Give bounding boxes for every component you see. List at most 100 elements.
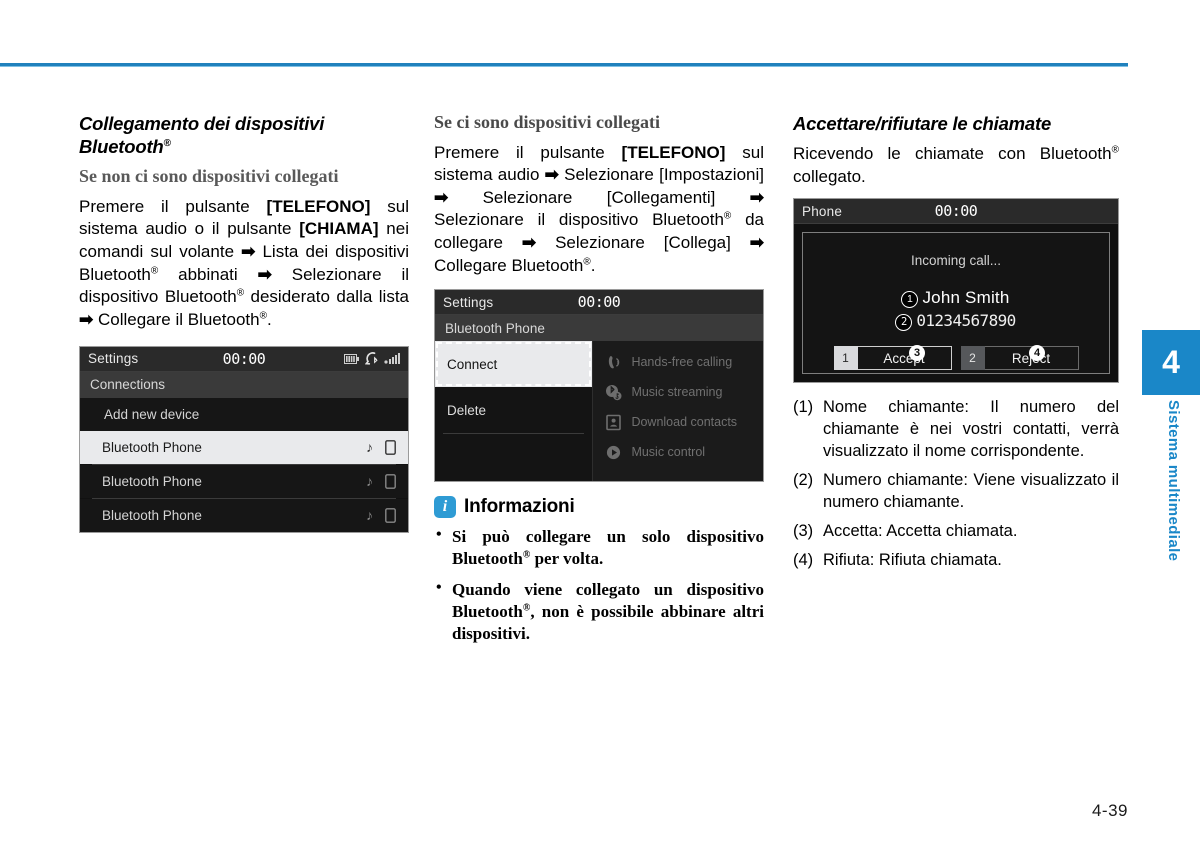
caller-name-row: 1 John Smith [803, 288, 1109, 308]
screen1-title: Settings [88, 351, 139, 366]
legend-number: (4) [793, 550, 814, 569]
screen2-menu: Connect Delete [435, 341, 593, 481]
legend-number: (2) [793, 471, 814, 490]
reject-button[interactable]: 2 Reject [960, 346, 1079, 371]
music-note-icon: ♪ [366, 439, 373, 455]
bluetooth-music-icon [606, 384, 622, 400]
table-row[interactable]: Bluetooth Phone ♪ [80, 464, 408, 498]
screen1-status-icons [344, 352, 400, 365]
row-icons: ♪ [366, 473, 396, 489]
screen3-titlebar: Phone 00:00 [794, 199, 1118, 225]
battery-icon [344, 353, 359, 364]
marker-1: 1 [902, 292, 918, 308]
legend-list: (1) Nome chiamante: Il numero del chiama… [793, 397, 1119, 572]
handset-icon [609, 355, 620, 369]
signal-icon [384, 352, 400, 364]
legend-number: (3) [793, 522, 814, 541]
caller-number: 01234567890 [916, 311, 1016, 331]
screenshot-incoming-call: Phone 00:00 Incoming call... 1 John Smith… [793, 198, 1119, 384]
screen2-clock: 00:00 [577, 293, 621, 312]
col1-subheading: Se non ci sono dispositivi collegati [79, 166, 339, 187]
feature-label: Music control [631, 445, 706, 460]
chapter-tab: 4 [1142, 330, 1200, 395]
feature-label: Music streaming [631, 385, 723, 400]
device-icon [385, 473, 396, 489]
column-3: Accettare/rifiutare le chiamate Ricevend… [793, 112, 1119, 579]
row-icons: ♪ [366, 507, 396, 523]
list-item: Quando viene collegato un dispositivo Bl… [434, 578, 764, 644]
screen1-add-new-device[interactable]: Add new device [80, 397, 408, 431]
manual-page: 4 Sistema multimediale 4-39 Collegamento… [0, 0, 1200, 845]
reject-key: 2 [960, 346, 985, 371]
col1-heading: Collegamento dei dispositivi Bluetooth® [79, 113, 325, 158]
screen2-titlebar: Settings 00:00 [435, 290, 763, 316]
caller-name: John Smith [922, 288, 1010, 308]
screen1-subtitle: Connections [90, 377, 166, 392]
screen3-body: Incoming call... 1 John Smith 2 0123456789… [794, 224, 1118, 383]
chapter-number: 4 [1162, 344, 1180, 380]
screen2-subtitle: Bluetooth Phone [445, 320, 545, 336]
header-rule [0, 63, 1128, 67]
info-header: i Informazioni [434, 496, 764, 519]
bluetooth-phone-icon [365, 352, 378, 365]
column-1: Collegamento dei dispositivi Bluetooth® S… [79, 112, 409, 533]
table-row[interactable]: Bluetooth Phone ♪ [80, 430, 408, 464]
accept-button[interactable]: 1 Accept [833, 346, 952, 371]
device-label: Bluetooth Phone [102, 473, 202, 489]
screen1-clock: 00:00 [222, 349, 266, 368]
list-item: Si può collegare un solo dispositivo Blu… [434, 525, 764, 569]
feature-download-contacts: Download contacts [593, 407, 763, 437]
info-list: Si può collegare un solo dispositivo Blu… [434, 525, 764, 644]
legend-text: Accetta: Accetta chiamata. [823, 522, 1018, 541]
device-label: Bluetooth Phone [102, 507, 202, 523]
info-title: Informazioni [464, 496, 575, 518]
col2-body: Premere il pulsante [TELEFONO] sul siste… [434, 142, 765, 275]
screen1-titlebar: Settings 00:00 [80, 346, 408, 372]
device-icon [385, 507, 396, 523]
col1-body: Premere il pulsante [TELEFONO] sul siste… [79, 196, 409, 329]
table-row[interactable]: Bluetooth Phone ♪ [80, 498, 408, 532]
screenshot-connections: Settings 00:00 Connections Add new devic… [79, 345, 409, 533]
page-number: 4-39 [1091, 801, 1128, 820]
menu-divider [443, 433, 585, 435]
accept-key: 1 [833, 346, 858, 371]
music-note-icon: ♪ [366, 507, 373, 523]
marker-2: 2 [896, 315, 912, 331]
call-actions: 1 Accept 2 Reject [803, 346, 1109, 371]
caller-number-row: 2 01234567890 [803, 311, 1109, 331]
delete-label: Delete [447, 402, 487, 418]
legend-text: Rifiuta: Rifiuta chiamata. [823, 550, 1002, 569]
screen2-features: Hands-free calling Music streaming Downl… [592, 341, 763, 482]
col3-heading: Accettare/rifiutare le chiamate [793, 113, 1052, 134]
connect-menu-item[interactable]: Connect [435, 341, 593, 388]
col2-subheading: Se ci sono dispositivi collegati [434, 112, 661, 132]
row-icons: ♪ [366, 439, 396, 455]
info-icon: i [434, 496, 456, 519]
legend-number: (1) [793, 398, 814, 417]
screen1-subtitle-bar: Connections [80, 371, 408, 398]
feature-label: Hands-free calling [631, 355, 733, 370]
incoming-call-text: Incoming call... [910, 253, 1002, 269]
screen2-subtitle-bar: Bluetooth Phone [435, 315, 763, 342]
screen2-title: Settings [443, 294, 494, 310]
music-note-icon: ♪ [366, 473, 373, 489]
screen3-clock: 00:00 [934, 202, 978, 221]
legend-text: Nome chiamante: Il numero del chiamante … [823, 398, 1119, 461]
list-item: (3) Accetta: Accetta chiamata. [793, 521, 1119, 543]
legend-text: Numero chiamante: Viene visualizzato il … [823, 471, 1119, 512]
device-label: Bluetooth Phone [102, 439, 202, 455]
feature-music-streaming: Music streaming [593, 377, 763, 407]
chapter-label: Sistema multimediale [1165, 400, 1182, 562]
list-item: (2) Numero chiamante: Viene visualizzato… [793, 470, 1119, 514]
list-item: (1) Nome chiamante: Il numero del chiama… [793, 397, 1119, 463]
col3-body: Ricevendo le chiamate con Bluetooth® col… [793, 144, 1119, 186]
screen3-title: Phone [802, 203, 843, 219]
add-new-device-label: Add new device [104, 406, 200, 422]
feature-music-control: Music control [593, 437, 763, 467]
feature-hands-free: Hands-free calling [593, 347, 763, 377]
delete-menu-item[interactable]: Delete [435, 387, 592, 433]
screen2-body: Connect Delete Hands-free calling Music … [435, 341, 763, 482]
connect-label: Connect [447, 356, 498, 372]
feature-label: Download contacts [631, 415, 738, 430]
call-panel: Incoming call... 1 John Smith 2 0123456789… [802, 232, 1110, 375]
